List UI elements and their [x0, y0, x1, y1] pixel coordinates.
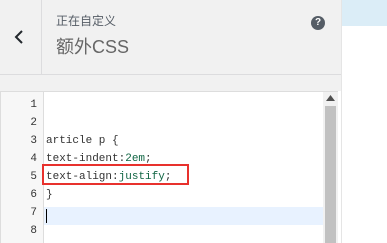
line-number: 1	[30, 99, 37, 111]
preview-area	[341, 0, 387, 243]
caret-up-icon	[326, 95, 335, 101]
line-number: 7	[30, 207, 37, 219]
title-area: 正在自定义 额外CSS	[56, 14, 129, 59]
chevron-left-icon	[14, 30, 23, 44]
customizer-panel: 正在自定义 额外CSS ? 12345678 article p {text-i…	[0, 0, 341, 243]
code-line: article p {	[46, 132, 119, 150]
customizing-label: 正在自定义	[56, 14, 117, 28]
line-number: 3	[30, 135, 37, 147]
preview-header-bar	[342, 0, 387, 26]
line-number: 5	[30, 171, 37, 183]
code-token: article p {	[46, 135, 119, 147]
annotation-highlight-box	[42, 164, 189, 185]
line-number: 2	[30, 117, 37, 129]
section-title: 额外CSS	[56, 37, 130, 57]
line-number: 8	[30, 225, 37, 237]
line-number-gutter: 1 2 3 4 5 6 7 8	[1, 92, 44, 243]
back-button[interactable]	[0, 0, 42, 74]
section-spacer	[0, 75, 341, 91]
code-line: }	[46, 186, 53, 204]
scroll-up-button[interactable]	[323, 92, 338, 104]
code-token: }	[46, 189, 53, 201]
help-icon[interactable]: ?	[311, 16, 325, 30]
active-line-highlight	[44, 207, 323, 225]
css-code-editor[interactable]: 12345678 article p {text-indent:2em; text…	[0, 91, 338, 243]
line-number: 6	[30, 189, 37, 201]
scrollbar-thumb[interactable]	[325, 106, 336, 243]
line-number: 4	[30, 153, 37, 165]
text-cursor	[46, 209, 47, 223]
panel-header: 正在自定义 额外CSS ?	[0, 0, 341, 75]
